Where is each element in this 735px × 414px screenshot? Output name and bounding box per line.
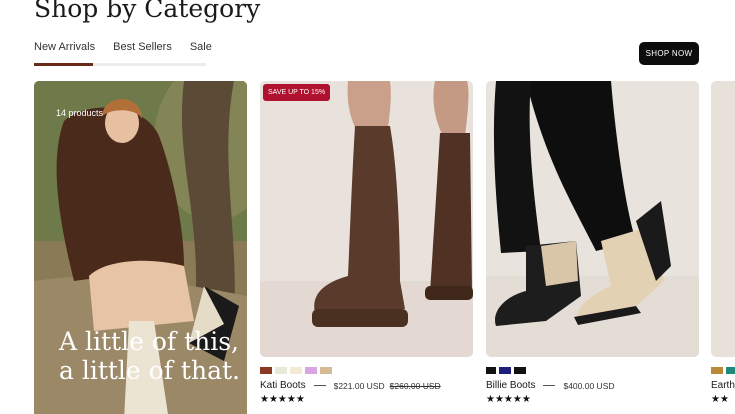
star-rating: ★★★★★: [486, 394, 531, 405]
promo-card[interactable]: 14 products A little of this, a little o…: [34, 81, 247, 414]
product-card-image-earth[interactable]: [711, 81, 735, 357]
kati-swatches: [260, 367, 335, 374]
product-name[interactable]: Earth: [711, 380, 735, 391]
billie-boots-image: [486, 81, 699, 357]
star-rating: ★★★★★: [260, 394, 305, 405]
shop-now-button[interactable]: SHOP NOW: [639, 42, 699, 65]
star-rating: ★★: [711, 394, 729, 405]
earth-swatches: [711, 367, 735, 374]
swatch-navy[interactable]: [499, 367, 511, 374]
tab-best-sellers[interactable]: Best Sellers: [113, 41, 172, 53]
product-card-image-kati[interactable]: SAVE UP TO 15%: [260, 81, 473, 357]
billie-swatches: [486, 367, 529, 374]
kati-boots-image: [260, 81, 473, 357]
promo-product-count: 14 products: [56, 108, 104, 118]
swatch-sage[interactable]: [275, 367, 287, 374]
separator-dash: [543, 385, 556, 386]
kati-info: Kati Boots $221.00 USD $260.00 USD: [260, 380, 441, 391]
swatch-ochre[interactable]: [711, 367, 723, 374]
product-price: $221.00 USD: [333, 380, 385, 391]
earth-image: [711, 81, 735, 357]
product-name[interactable]: Kati Boots: [260, 380, 306, 391]
product-card-image-billie[interactable]: [486, 81, 699, 357]
earth-info: Earth: [711, 380, 735, 391]
section-title: Shop by Category: [34, 0, 261, 23]
swatch-brown[interactable]: [260, 367, 272, 374]
swatch-black[interactable]: [486, 367, 496, 374]
swatch-lilac[interactable]: [305, 367, 317, 374]
swatch-teal[interactable]: [726, 367, 735, 374]
promo-headline: A little of this, a little of that.: [59, 327, 240, 385]
product-old-price: $260.00 USD: [389, 380, 441, 391]
tab-indicator-track: [34, 63, 206, 66]
swatch-cream[interactable]: [290, 367, 302, 374]
sale-badge: SAVE UP TO 15%: [263, 84, 331, 101]
swatch-black-2[interactable]: [514, 367, 526, 374]
tab-active-indicator: [34, 63, 93, 66]
product-price: $400.00 USD: [563, 380, 615, 391]
category-tabs: New Arrivals Best Sellers Sale: [34, 41, 230, 53]
billie-info: Billie Boots $400.00 USD: [486, 380, 615, 391]
tab-new-arrivals[interactable]: New Arrivals: [34, 41, 95, 53]
tab-sale[interactable]: Sale: [190, 41, 212, 53]
product-name[interactable]: Billie Boots: [486, 380, 535, 391]
separator-dash: [313, 385, 326, 386]
swatch-tan[interactable]: [320, 367, 332, 374]
